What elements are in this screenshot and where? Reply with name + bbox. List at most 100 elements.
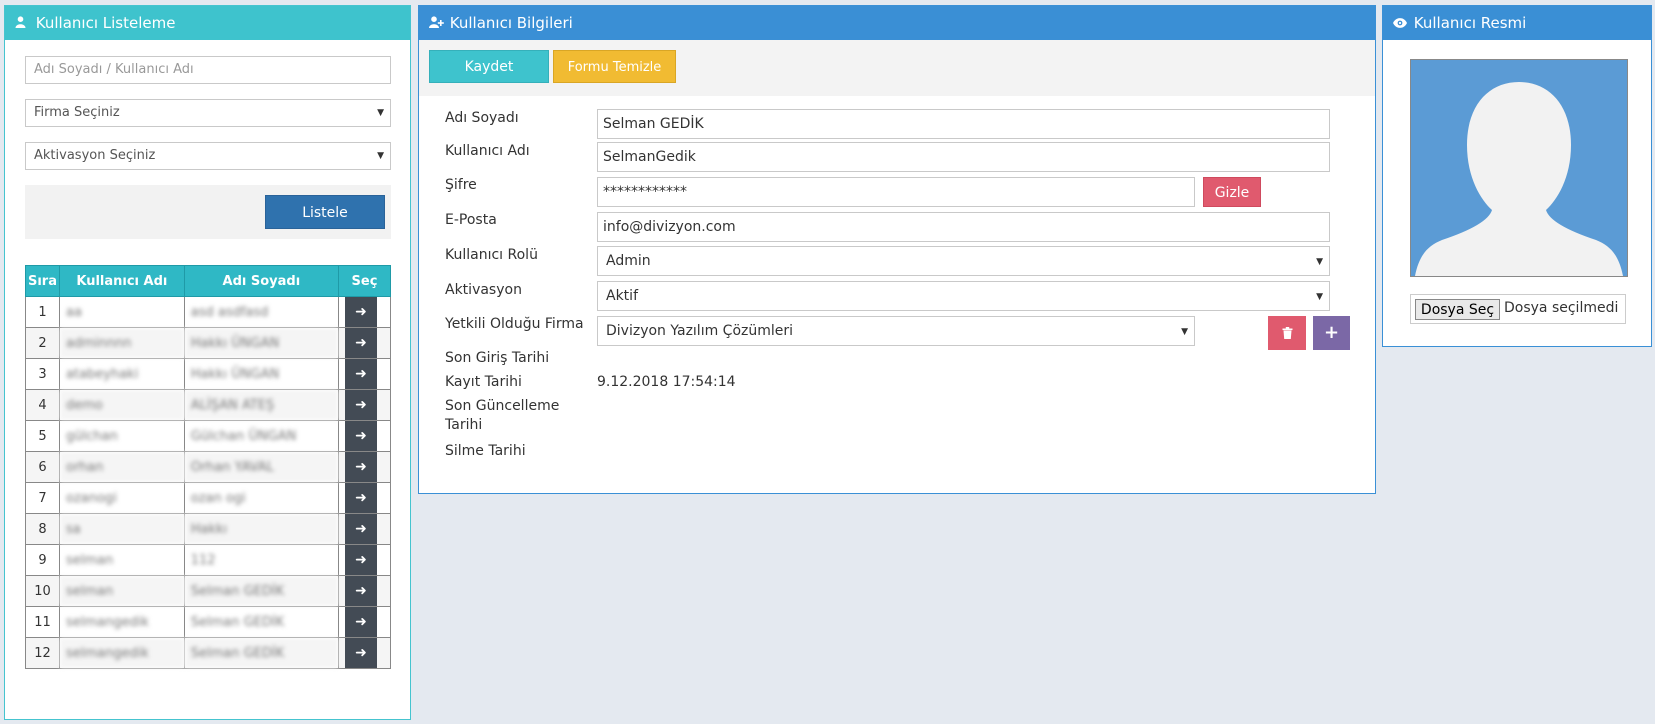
- arrow-right-icon: ➜: [355, 490, 367, 506]
- row-number: 10: [25, 575, 60, 607]
- row-fullname: 112: [183, 544, 340, 576]
- table-row: 2 adminnnn Hakkı ÜNGAN ➜: [25, 327, 391, 359]
- user-info-panel: Kullanıcı Bilgileri Kaydet Formu Temizle…: [418, 5, 1376, 494]
- form-toolbar: Kaydet Formu Temizle: [419, 40, 1375, 96]
- row-number: 9: [25, 544, 60, 576]
- row-username: selmangedik: [59, 606, 185, 638]
- select-row-button[interactable]: ➜: [345, 359, 377, 389]
- row-username: orhan: [59, 451, 185, 483]
- activation-select[interactable]: Aktif ▼: [597, 281, 1330, 311]
- user-table: Sıra Kullanıcı Adı Adı Soyadı Seç 1 aa asd…: [25, 265, 391, 669]
- created-label: Kayıt Tarihi: [445, 374, 522, 390]
- row-select-cell: ➜: [338, 544, 391, 576]
- activation-label: Aktivasyon: [445, 282, 522, 298]
- select-row-button[interactable]: ➜: [345, 390, 377, 420]
- select-row-button[interactable]: ➜: [345, 638, 377, 668]
- select-row-button[interactable]: ➜: [345, 328, 377, 358]
- user-table-body: 1 aa asd asdfasd ➜ 2 adminnnn Hakkı ÜNGAN ➜ 3 ata…: [25, 296, 391, 669]
- row-number: 11: [25, 606, 60, 638]
- table-row: 6 orhan Orhan YAVAL ➜: [25, 451, 391, 483]
- row-number: 1: [25, 296, 60, 328]
- select-row-button[interactable]: ➜: [345, 576, 377, 606]
- row-username: demo: [59, 389, 185, 421]
- select-row-button[interactable]: ➜: [345, 483, 377, 513]
- table-row: 7 ozanogi ozan ogi ➜: [25, 482, 391, 514]
- add-company-button[interactable]: +: [1313, 316, 1350, 350]
- password-label: Şifre: [445, 177, 477, 193]
- password-field[interactable]: ************: [597, 177, 1195, 207]
- username-field[interactable]: SelmanGedik: [597, 142, 1330, 172]
- aktivasyon-select-label: Aktivasyon Seçiniz: [34, 148, 156, 163]
- file-input[interactable]: Dosya Seç Dosya seçilmedi: [1410, 294, 1626, 324]
- select-row-button[interactable]: ➜: [345, 545, 377, 575]
- row-select-cell: ➜: [338, 389, 391, 421]
- table-row: 9 selman 112 ➜: [25, 544, 391, 576]
- row-username: selmangedik: [59, 637, 185, 669]
- avatar-placeholder: [1410, 59, 1628, 277]
- row-number: 5: [25, 420, 60, 452]
- clear-form-button[interactable]: Formu Temizle: [553, 50, 676, 83]
- row-fullname: Selman GEDİK: [183, 606, 340, 638]
- chevron-down-icon: ▼: [1181, 327, 1188, 337]
- aktivasyon-select[interactable]: Aktivasyon Seçiniz ▼: [25, 142, 391, 170]
- select-row-button[interactable]: ➜: [345, 421, 377, 451]
- select-row-button[interactable]: ➜: [345, 514, 377, 544]
- row-select-cell: ➜: [338, 327, 391, 359]
- chevron-down-icon: ▼: [1316, 292, 1323, 302]
- activation-select-value: Aktif: [606, 288, 638, 304]
- hide-password-button[interactable]: Gizle: [1203, 177, 1261, 207]
- choose-file-button[interactable]: Dosya Seç: [1415, 299, 1500, 320]
- arrow-right-icon: ➜: [355, 397, 367, 413]
- row-select-cell: ➜: [338, 482, 391, 514]
- firma-select[interactable]: Firma Seçiniz ▼: [25, 99, 391, 127]
- row-number: 7: [25, 482, 60, 514]
- table-header-row: Sıra Kullanıcı Adı Adı Soyadı Seç: [25, 265, 391, 297]
- search-input[interactable]: Adı Soyadı / Kullanıcı Adı: [25, 56, 391, 84]
- select-row-button[interactable]: ➜: [345, 452, 377, 482]
- row-fullname: Orhan YAVAL: [183, 451, 340, 483]
- row-select-cell: ➜: [338, 637, 391, 669]
- row-fullname: Selman GEDİK: [183, 637, 340, 669]
- arrow-right-icon: ➜: [355, 583, 367, 599]
- user-icon: [15, 7, 31, 41]
- row-select-cell: ➜: [338, 575, 391, 607]
- role-select[interactable]: Admin ▼: [597, 246, 1330, 276]
- row-select-cell: ➜: [338, 296, 391, 328]
- select-row-button[interactable]: ➜: [345, 607, 377, 637]
- fullname-field[interactable]: Selman GEDİK: [597, 109, 1330, 139]
- row-username: adminnnn: [59, 327, 185, 359]
- email-field[interactable]: info@divizyon.com: [597, 212, 1330, 242]
- user-list-header: Kullanıcı Listeleme: [5, 6, 410, 40]
- row-number: 8: [25, 513, 60, 545]
- plus-icon: +: [1323, 322, 1340, 343]
- row-fullname: asd asdfasd: [183, 296, 340, 328]
- table-row: 10 selman Selman GEDİK ➜: [25, 575, 391, 607]
- row-select-cell: ➜: [338, 513, 391, 545]
- arrow-right-icon: ➜: [355, 366, 367, 382]
- trash-icon: [1282, 326, 1292, 339]
- updated-label: Son Güncelleme Tarihi: [445, 398, 560, 433]
- column-header-select: Seç: [338, 265, 391, 297]
- row-username: gülchan: [59, 420, 185, 452]
- row-username: sa: [59, 513, 185, 545]
- delete-company-button[interactable]: [1268, 316, 1306, 350]
- role-label: Kullanıcı Rolü: [445, 247, 538, 263]
- select-row-button[interactable]: ➜: [345, 297, 377, 327]
- user-info-header: Kullanıcı Bilgileri: [419, 6, 1375, 40]
- row-number: 2: [25, 327, 60, 359]
- company-select[interactable]: Divizyon Yazılım Çözümleri ▼: [597, 316, 1195, 346]
- row-fullname: Hakkı: [183, 513, 340, 545]
- user-list-panel: Kullanıcı Listeleme Adı Soyadı / Kullanı…: [4, 5, 411, 720]
- row-fullname: Hakkı ÜNGAN: [183, 327, 340, 359]
- row-select-cell: ➜: [338, 451, 391, 483]
- table-row: 5 gülchan Gülchan ÜNGAN ➜: [25, 420, 391, 452]
- list-button[interactable]: Listele: [265, 195, 385, 229]
- eye-icon: [1393, 7, 1409, 41]
- table-row: 12 selmangedik Selman GEDİK ➜: [25, 637, 391, 669]
- save-button[interactable]: Kaydet: [429, 50, 549, 83]
- user-photo-panel: Kullanıcı Resmi Dosya Seç Dosya seçilmed…: [1382, 5, 1652, 347]
- row-number: 6: [25, 451, 60, 483]
- user-photo-header: Kullanıcı Resmi: [1383, 6, 1651, 40]
- table-row: 11 selmangedik Selman GEDİK ➜: [25, 606, 391, 638]
- table-row: 1 aa asd asdfasd ➜: [25, 296, 391, 328]
